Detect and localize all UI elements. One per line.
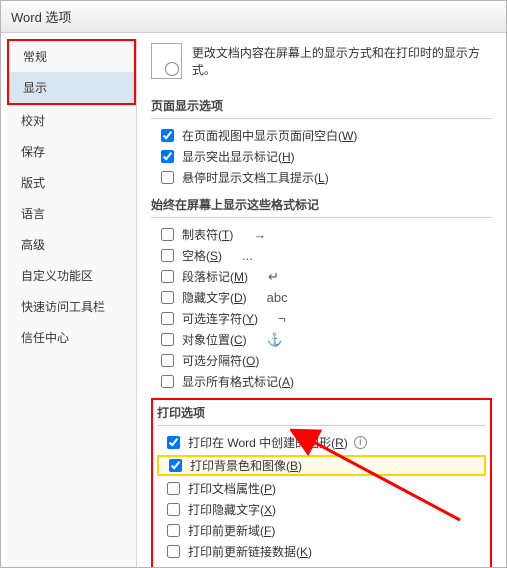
print-opt-5-label: 打印前更新链接数据(K) xyxy=(188,543,312,560)
section-page-display: 页面显示选项 xyxy=(151,97,492,119)
format-opt-4-checkbox[interactable] xyxy=(161,312,174,325)
sidebar-item-display[interactable]: 显示 xyxy=(9,72,134,103)
sidebar-item-layout[interactable]: 版式 xyxy=(7,167,136,198)
sidebar-highlight: 常规 显示 xyxy=(7,39,136,105)
print-opt-0: 打印在 Word 中创建的图形(R) i xyxy=(157,434,486,451)
format-opt-0-label: 制表符(T) xyxy=(182,226,233,243)
print-opt-4-label: 打印前更新域(F) xyxy=(188,522,275,539)
print-opt-1: 打印背景色和图像(B) xyxy=(157,455,486,476)
format-opt-2-symbol: ↵ xyxy=(268,269,298,285)
page-opt-2: 悬停时显示文档工具提示(L) xyxy=(151,169,492,186)
format-opt-7-label: 显示所有格式标记(A) xyxy=(182,373,294,390)
sidebar-item-trust-center[interactable]: 信任中心 xyxy=(7,322,136,353)
sidebar: 常规 显示 校对 保存 版式 语言 高级 自定义功能区 快速访问工具栏 信任中心 xyxy=(7,39,137,567)
format-opt-3-symbol: abc xyxy=(267,290,297,305)
page-opt-1: 显示突出显示标记(H) xyxy=(151,148,492,165)
format-opt-3: 隐藏文字(D) abc xyxy=(151,289,492,306)
print-opt-5-checkbox[interactable] xyxy=(167,545,180,558)
sidebar-item-customize-ribbon[interactable]: 自定义功能区 xyxy=(7,260,136,291)
format-opt-6: 可选分隔符(O) xyxy=(151,352,492,369)
page-opt-2-checkbox[interactable] xyxy=(161,171,174,184)
format-opt-7-checkbox[interactable] xyxy=(161,375,174,388)
print-opt-4-checkbox[interactable] xyxy=(167,524,180,537)
format-opt-5-label: 对象位置(C) xyxy=(182,331,247,348)
document-icon xyxy=(151,43,182,79)
format-opt-1: 空格(S)... xyxy=(151,247,492,264)
info-icon: i xyxy=(354,436,367,449)
page-opt-0: 在页面视图中显示页面间空白(W) xyxy=(151,127,492,144)
print-opt-0-label: 打印在 Word 中创建的图形(R) xyxy=(188,434,348,451)
window-title: Word 选项 xyxy=(1,1,506,33)
page-opt-1-label: 显示突出显示标记(H) xyxy=(182,148,295,165)
format-opt-1-label: 空格(S) xyxy=(182,247,222,264)
page-opt-0-label: 在页面视图中显示页面间空白(W) xyxy=(182,127,357,144)
page-opt-1-checkbox[interactable] xyxy=(161,150,174,163)
format-opt-0-symbol: → xyxy=(253,227,283,242)
format-opt-5-checkbox[interactable] xyxy=(161,333,174,346)
format-opt-2-label: 段落标记(M) xyxy=(182,268,248,285)
format-opt-1-checkbox[interactable] xyxy=(161,249,174,262)
content-pane: 更改文档内容在屏幕上的显示方式和在打印时的显示方式。 页面显示选项 在页面视图中… xyxy=(137,33,506,567)
print-opt-2-checkbox[interactable] xyxy=(167,482,180,495)
sidebar-item-quick-access[interactable]: 快速访问工具栏 xyxy=(7,291,136,322)
format-opt-5: 对象位置(C) ⚓ xyxy=(151,331,492,348)
format-opt-4-label: 可选连字符(Y) xyxy=(182,310,258,327)
print-opt-4: 打印前更新域(F) xyxy=(157,522,486,539)
print-opt-5: 打印前更新链接数据(K) xyxy=(157,543,486,560)
format-opt-3-checkbox[interactable] xyxy=(161,291,174,304)
sidebar-item-save[interactable]: 保存 xyxy=(7,136,136,167)
format-opt-0: 制表符(T) → xyxy=(151,226,492,243)
format-opt-7: 显示所有格式标记(A) xyxy=(151,373,492,390)
format-opt-4-symbol: ¬ xyxy=(278,311,308,326)
format-opt-6-checkbox[interactable] xyxy=(161,354,174,367)
format-opt-5-symbol: ⚓ xyxy=(267,332,297,348)
print-opt-3-checkbox[interactable] xyxy=(167,503,180,516)
print-options-highlight: 打印选项 打印在 Word 中创建的图形(R) i 打印背景色和图像(B) 打印文档属… xyxy=(151,398,492,567)
print-opt-3: 打印隐藏文字(X) xyxy=(157,501,486,518)
sidebar-item-proofing[interactable]: 校对 xyxy=(7,105,136,136)
format-opt-4: 可选连字符(Y) ¬ xyxy=(151,310,492,327)
print-opt-1-label: 打印背景色和图像(B) xyxy=(190,457,302,474)
print-opt-3-label: 打印隐藏文字(X) xyxy=(188,501,276,518)
print-opt-0-checkbox[interactable] xyxy=(167,436,180,449)
section-format-marks: 始终在屏幕上显示这些格式标记 xyxy=(151,196,492,218)
page-opt-0-checkbox[interactable] xyxy=(161,129,174,142)
sidebar-item-general[interactable]: 常规 xyxy=(9,41,134,72)
format-opt-3-label: 隐藏文字(D) xyxy=(182,289,247,306)
print-opt-2: 打印文档属性(P) xyxy=(157,480,486,497)
print-opt-2-label: 打印文档属性(P) xyxy=(188,480,276,497)
section-print-options: 打印选项 xyxy=(157,404,486,426)
intro-text: 更改文档内容在屏幕上的显示方式和在打印时的显示方式。 xyxy=(192,44,492,78)
format-opt-1-symbol: ... xyxy=(242,248,272,263)
format-opt-2: 段落标记(M) ↵ xyxy=(151,268,492,285)
sidebar-item-advanced[interactable]: 高级 xyxy=(7,229,136,260)
page-opt-2-label: 悬停时显示文档工具提示(L) xyxy=(182,169,329,186)
print-opt-1-checkbox[interactable] xyxy=(169,459,182,472)
format-opt-2-checkbox[interactable] xyxy=(161,270,174,283)
format-opt-0-checkbox[interactable] xyxy=(161,228,174,241)
sidebar-item-language[interactable]: 语言 xyxy=(7,198,136,229)
format-opt-6-label: 可选分隔符(O) xyxy=(182,352,259,369)
